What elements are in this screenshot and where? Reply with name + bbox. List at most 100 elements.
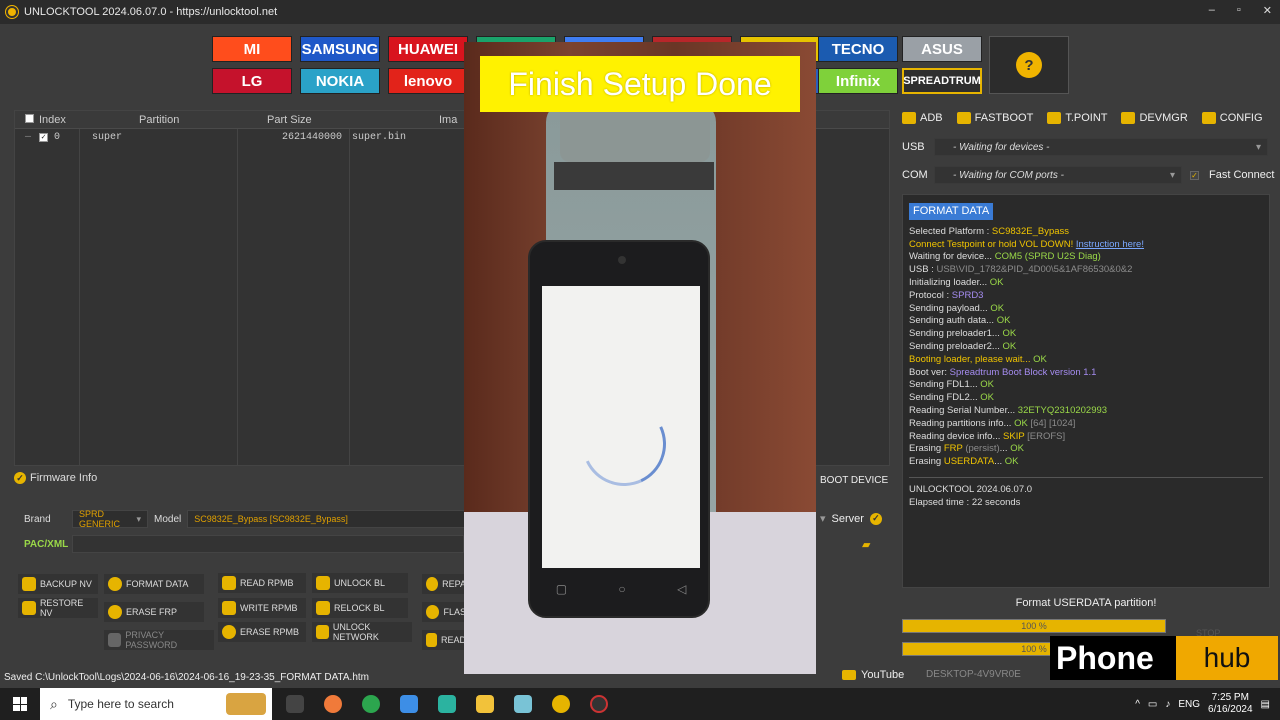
help-button[interactable]: ? xyxy=(989,36,1069,94)
button-icon xyxy=(426,633,437,647)
com-value: - Waiting for COM ports - xyxy=(953,169,1064,181)
pac-path-input[interactable] xyxy=(72,535,464,553)
start-button[interactable] xyxy=(0,688,40,720)
youtube-label: YouTube xyxy=(861,669,905,681)
brand-lg-button[interactable]: LG xyxy=(212,68,292,94)
folder-icon[interactable] xyxy=(476,695,494,713)
log-line: Waiting for device... COM5 (SPRD U2S Dia… xyxy=(909,251,1101,263)
usb-select[interactable]: - Waiting for devices - xyxy=(934,138,1268,156)
read-button[interactable]: READ xyxy=(422,630,466,650)
minimize-button[interactable]: – xyxy=(1209,4,1215,17)
erase-rpmb-button[interactable]: ERASE RPMB xyxy=(218,622,306,642)
brand-label: Brand xyxy=(24,513,51,525)
unlock-bl-button[interactable]: UNLOCK BL xyxy=(312,573,408,593)
tab-tpoint[interactable]: T.POINT xyxy=(1047,112,1107,124)
repa-button[interactable]: REPA xyxy=(422,574,466,594)
button-icon xyxy=(222,625,236,639)
youtube-icon xyxy=(842,670,856,680)
read-rpmb-button[interactable]: READ RPMB xyxy=(218,573,306,593)
fastboot-icon xyxy=(956,112,971,124)
erase-frp-button[interactable]: ERASE FRP xyxy=(104,602,204,622)
button-icon xyxy=(22,601,36,615)
flas-button[interactable]: FLAS xyxy=(422,602,466,622)
log-line: Booting loader, please wait... OK xyxy=(909,353,1047,365)
button-icon xyxy=(108,605,122,619)
language-indicator[interactable]: ENG xyxy=(1178,699,1200,710)
format-data-button[interactable]: FORMAT DATA xyxy=(104,574,204,594)
brand-select[interactable]: SPRD GENERIC ▾ xyxy=(72,509,148,529)
log-line: Protocol : SPRD3 xyxy=(909,289,984,301)
camera-overlay: ▢ ○ ◁ xyxy=(464,42,816,674)
tab-config[interactable]: CONFIG xyxy=(1201,112,1263,124)
phonehub-watermark: Phone hub xyxy=(1050,636,1278,680)
button-icon xyxy=(108,577,122,591)
network-icon[interactable]: ▭ xyxy=(1148,699,1157,710)
task-view-icon[interactable] xyxy=(286,695,304,713)
button-icon xyxy=(222,601,236,615)
relock-bl-button[interactable]: RELOCK BL xyxy=(312,598,408,618)
fast-connect-checkbox[interactable]: ✓ Fast Connect xyxy=(1190,169,1274,181)
brand-huawei-button[interactable]: HUAWEI xyxy=(388,36,468,62)
status-text: Saved C:\UnlockTool\Logs\2024-06-16\2024… xyxy=(4,671,370,683)
brand-tecno-button[interactable]: TECNO xyxy=(818,36,898,62)
write-rpmb-button[interactable]: WRITE RPMB xyxy=(218,598,306,618)
firmware-info[interactable]: ✓ Firmware Info xyxy=(14,472,97,484)
app-icon[interactable] xyxy=(514,695,532,713)
row-index: 0 xyxy=(54,132,61,143)
brand-lenovo-button[interactable]: lenovo xyxy=(388,68,468,94)
unlocktool-icon[interactable] xyxy=(552,695,570,713)
backup-nv-button[interactable]: BACKUP NV xyxy=(18,574,98,594)
header-index[interactable]: Index xyxy=(39,114,139,126)
app-icon[interactable] xyxy=(400,695,418,713)
brand-spreadtrum-button[interactable]: SPREADTRUM xyxy=(902,68,982,94)
log-version: UNLOCKTOOL 2024.06.07.0 xyxy=(909,483,1033,495)
tab-adb[interactable]: ADB xyxy=(902,112,943,124)
col-divider xyxy=(349,129,350,465)
taskbar-search[interactable]: ⌕ Type here to search xyxy=(40,688,272,720)
chevron-up-icon[interactable]: ^ xyxy=(1135,699,1140,710)
log-line: Sending preloader2... OK xyxy=(909,340,1017,352)
notification-icon[interactable]: ▤ xyxy=(1261,699,1270,710)
check-icon: ✓ xyxy=(14,472,26,484)
row-checkbox[interactable]: ✓ xyxy=(39,133,48,142)
tab-fastboot[interactable]: FASTBOOT xyxy=(956,112,1033,124)
select-all-checkbox[interactable] xyxy=(25,113,34,123)
brand-asus-button[interactable]: ASUS xyxy=(902,36,982,62)
app-logo-icon xyxy=(6,6,18,18)
header-part-size[interactable]: Part Size xyxy=(267,114,439,126)
clock[interactable]: 7:25 PM 6/16/2024 xyxy=(1208,692,1253,716)
android-icon[interactable] xyxy=(438,695,456,713)
volume-icon[interactable]: ♪ xyxy=(1165,699,1170,710)
boot-device-label[interactable]: BOOT DEVICE xyxy=(820,475,888,486)
maximize-button[interactable]: ▫ xyxy=(1237,4,1241,17)
log-footer: UNLOCKTOOL 2024.06.07.0 Elapsed time : 2… xyxy=(909,476,1263,510)
system-tray: ^ ▭ ♪ ENG 7:25 PM 6/16/2024 ▤ xyxy=(1135,688,1280,720)
app-icon[interactable] xyxy=(590,695,608,713)
col-divider xyxy=(79,129,80,465)
com-label: COM xyxy=(902,169,928,181)
com-select[interactable]: - Waiting for COM ports - xyxy=(934,166,1182,184)
brand-infinix-button[interactable]: Infinix xyxy=(818,68,898,94)
instruction-link[interactable]: Instruction here! xyxy=(1076,239,1144,250)
header-partition[interactable]: Partition xyxy=(139,114,267,126)
button-icon xyxy=(316,576,330,590)
header-image[interactable]: Ima xyxy=(439,114,457,126)
tab-devmgr[interactable]: DEVMGR xyxy=(1121,112,1188,124)
log-elapsed: Elapsed time : 22 seconds xyxy=(909,496,1021,508)
brand-nokia-button[interactable]: NOKIA xyxy=(300,68,380,94)
button-icon xyxy=(426,577,439,591)
youtube-link[interactable]: YouTube xyxy=(842,669,904,681)
model-field[interactable]: SC9832E_Bypass [SC9832E_Bypass] xyxy=(187,510,466,528)
home-icon: ○ xyxy=(618,582,626,596)
restore-nv-button[interactable]: RESTORE NV xyxy=(18,598,98,618)
chrome-icon[interactable] xyxy=(362,695,380,713)
unlock-network-button[interactable]: UNLOCK NETWORK xyxy=(312,622,412,642)
app-icon[interactable] xyxy=(324,695,342,713)
folder-icon[interactable]: ▰ xyxy=(862,538,870,551)
privacy-password-button[interactable]: PRIVACY PASSWORD xyxy=(104,630,214,650)
watermark-hub: hub xyxy=(1176,636,1278,680)
close-button[interactable]: ✕ xyxy=(1263,4,1272,17)
desktop-name: DESKTOP-4V9VR0E xyxy=(926,669,1021,680)
brand-samsung-button[interactable]: SAMSUNG xyxy=(300,36,380,62)
brand-mi-button[interactable]: MI xyxy=(212,36,292,62)
